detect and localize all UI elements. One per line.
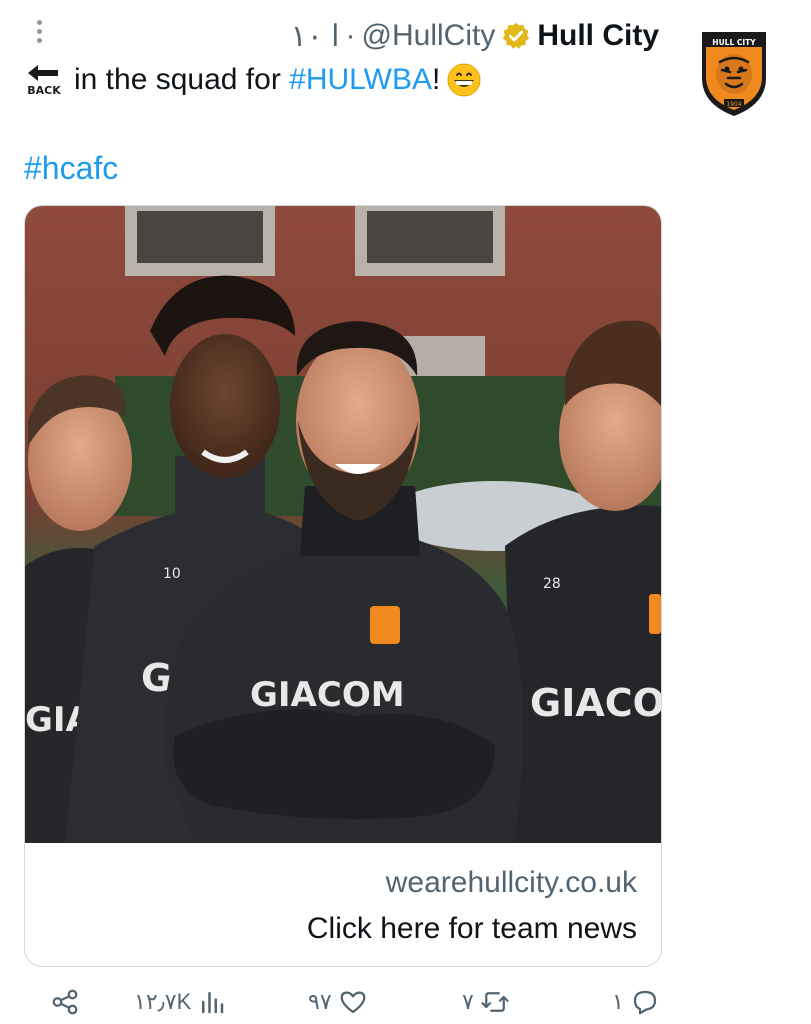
verified-badge-icon[interactable] — [501, 21, 531, 51]
back-arrow-emoji-icon: BACK — [27, 65, 61, 97]
back-icon-label: BACK — [27, 84, 61, 97]
retweet-icon — [481, 992, 509, 1012]
views-button[interactable]: ۱۲٫۷K — [134, 980, 227, 1024]
tweet-time[interactable]: ۱۰ ا — [291, 19, 340, 54]
views-chart-icon — [202, 992, 224, 1014]
jersey-number-left: 10 — [163, 566, 181, 582]
header-separator: · — [345, 19, 356, 52]
hashtag-hcafc-link[interactable]: #hcafc — [24, 150, 118, 187]
svg-text:HULL CITY: HULL CITY — [712, 38, 756, 47]
retweet-count: ۷ — [462, 989, 474, 1014]
reply-button[interactable]: ۱ — [612, 980, 660, 1024]
more-options-icon[interactable] — [34, 20, 44, 48]
reply-icon — [633, 990, 656, 1015]
user-handle[interactable]: @HullCity — [362, 19, 496, 53]
card-domain[interactable]: wearehullcity.co.uk — [386, 866, 637, 900]
reply-count: ۱ — [612, 989, 624, 1014]
share-icon — [52, 989, 78, 1015]
display-name[interactable]: Hull City — [537, 19, 659, 53]
grinning-face-emoji-icon — [447, 63, 481, 97]
jersey-right-text: GIACOM — [530, 681, 661, 725]
tweet-header: ۱۰ ا · @HullCity Hull City — [291, 14, 659, 58]
tweet-text: BACK in the squad for #HULWBA ! — [24, 58, 482, 102]
like-button[interactable]: ۹۷ — [308, 980, 368, 1024]
retweet-button[interactable]: ۷ — [462, 980, 510, 1024]
heart-icon — [340, 991, 366, 1014]
svg-text:1904: 1904 — [726, 101, 741, 108]
tweet-text-prefix: in the squad for — [74, 63, 290, 96]
tweet-action-bar: ۱۲٫۷K ۹۷ ۷ ۱ — [0, 980, 811, 1024]
jersey-center-text: GIACOM — [250, 675, 405, 715]
card-title[interactable]: Click here for team news — [307, 912, 637, 946]
views-count: ۱۲٫۷K — [134, 989, 192, 1014]
share-button[interactable] — [50, 980, 80, 1024]
tweet-text-suffix: ! — [431, 63, 441, 96]
jersey-number-right: 28 — [543, 576, 561, 592]
like-count: ۹۷ — [308, 989, 332, 1014]
link-preview-card[interactable]: GIA 10 GI 28 GIACOM GIACOM wearehullcity… — [24, 205, 662, 967]
hull-city-crest-avatar-icon[interactable]: HULL CITY 1904 — [698, 26, 770, 118]
hashtag-hulwba-link[interactable]: #HULWBA — [289, 63, 432, 97]
team-training-photo: GIA 10 GI 28 GIACOM GIACOM — [25, 206, 661, 843]
